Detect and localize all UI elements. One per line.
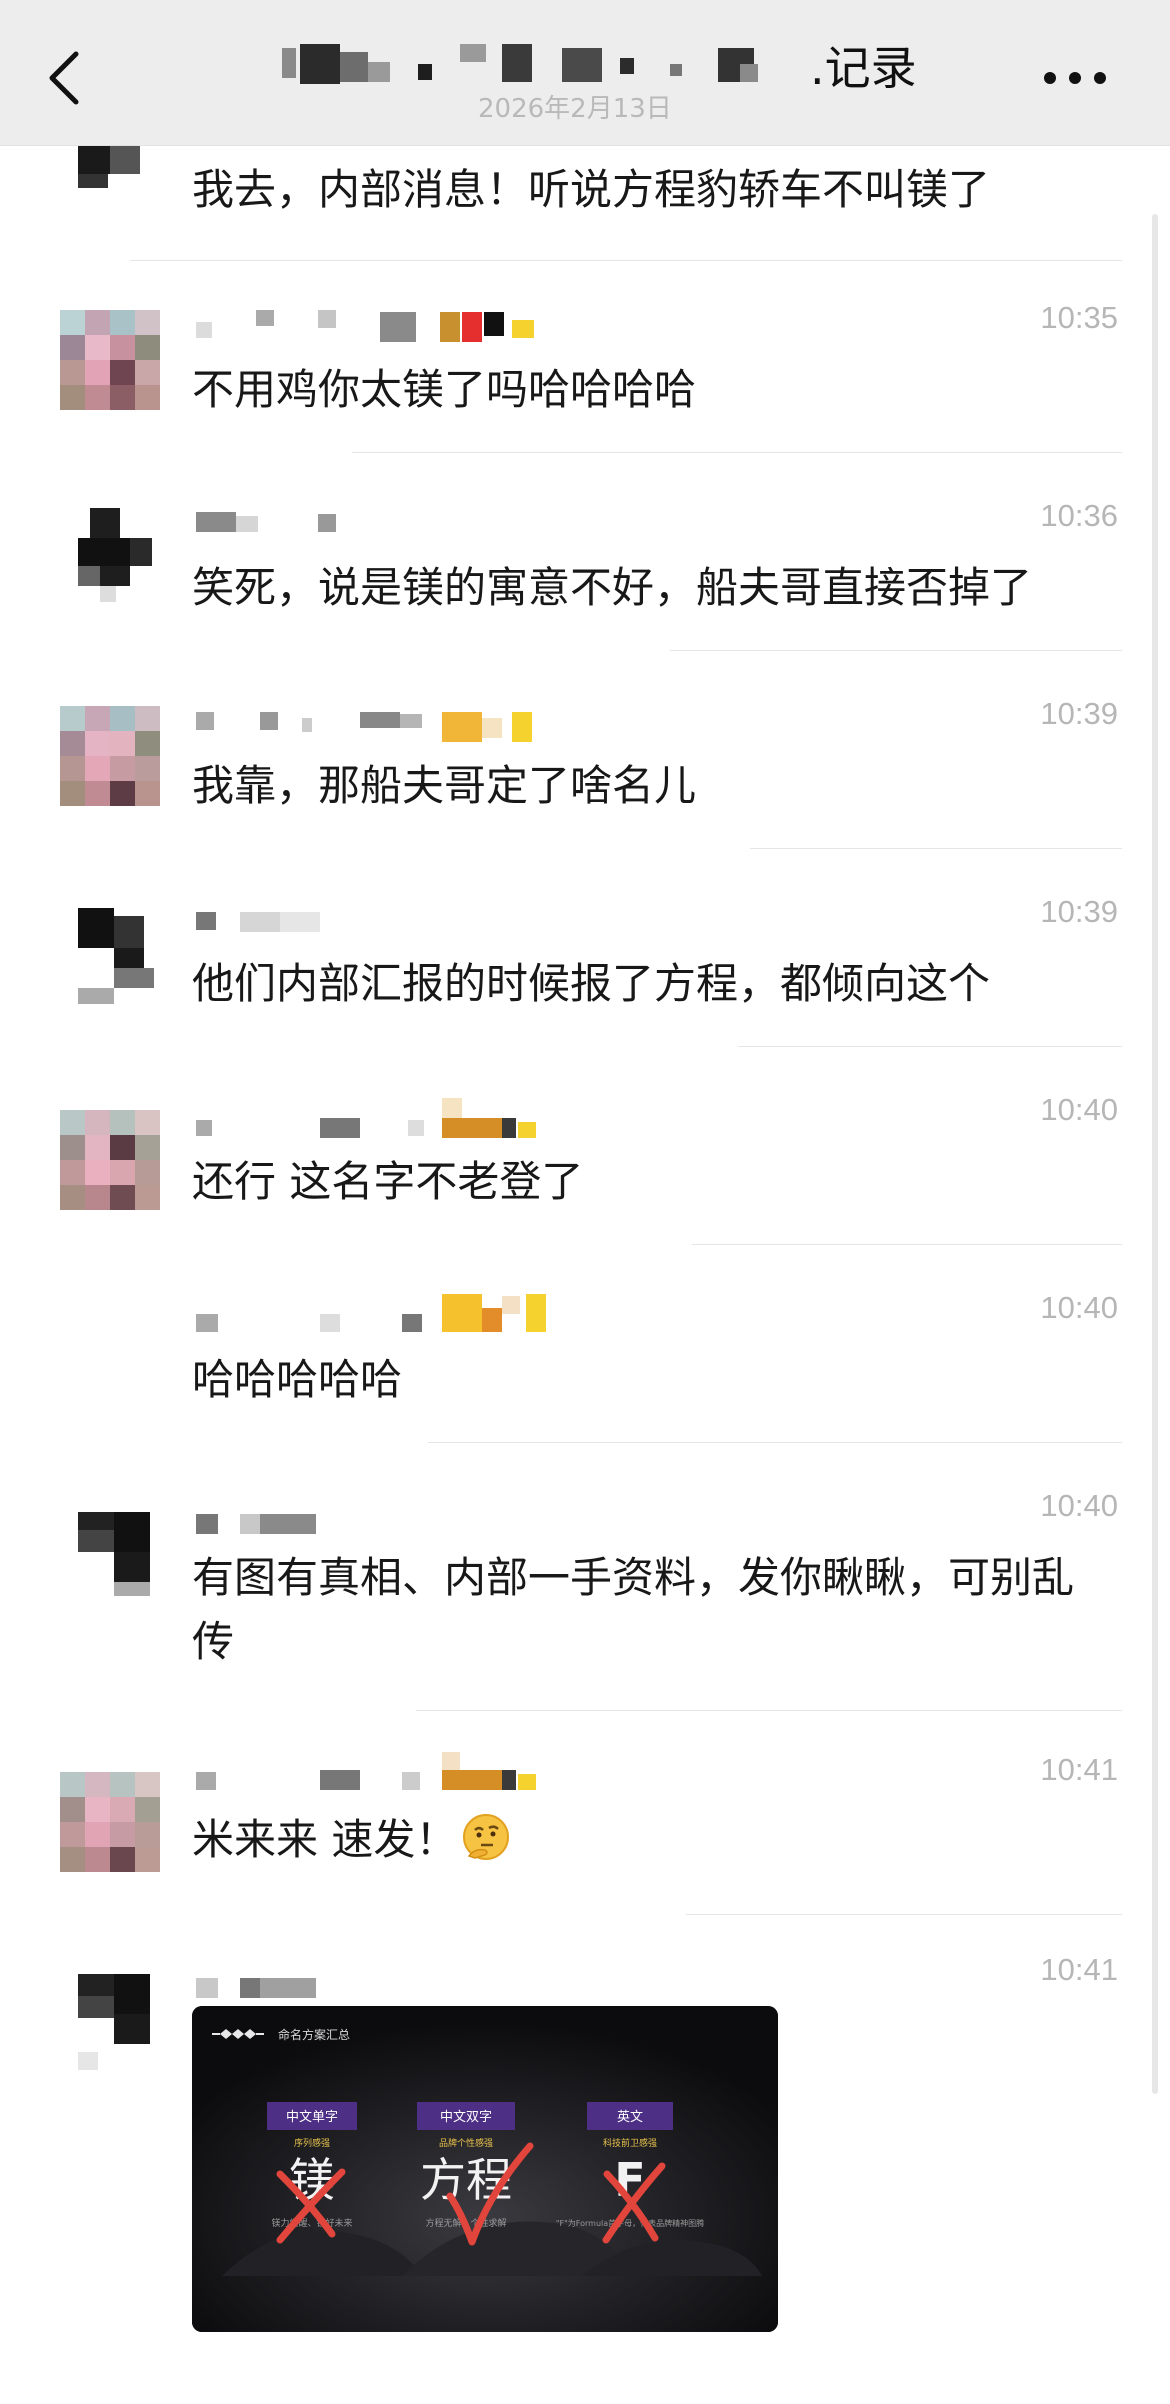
divider <box>750 848 1122 849</box>
message-text: 笑死，说是镁的寓意不好，船夫哥直接否掉了 <box>192 563 1033 612</box>
history-date: 2026年2月13日 <box>478 94 672 124</box>
message-time: 10:41 <box>1040 1952 1118 1987</box>
avatar[interactable] <box>60 1512 160 1612</box>
divider <box>692 1244 1122 1245</box>
sender-name-redacted <box>196 512 336 542</box>
sender-name-redacted <box>196 1978 336 2008</box>
sender-name-redacted <box>196 710 566 742</box>
sender-name-redacted <box>196 310 566 342</box>
avatar[interactable] <box>60 1974 160 2074</box>
sender-name-redacted <box>196 912 336 942</box>
avatar[interactable] <box>60 1772 160 1872</box>
message-text: 不用鸡你太镁了吗哈哈哈哈 <box>192 365 697 414</box>
avatar[interactable] <box>60 310 160 410</box>
message-time: 10:36 <box>1040 498 1118 533</box>
divider <box>686 1914 1122 1915</box>
slide-col2-tag: 中文双字 <box>440 2110 492 2125</box>
divider <box>738 1046 1122 1047</box>
scrollbar[interactable] <box>1152 214 1158 2094</box>
avatar[interactable] <box>60 706 160 806</box>
avatar[interactable] <box>60 1110 160 1210</box>
slide-col3-sub: 科技前卫感强 <box>603 2137 657 2149</box>
slide-col1-sub: 序列感强 <box>294 2137 330 2149</box>
slide-col3-desc: "F"为Formula首字母，代表品牌精神图腾 <box>556 2218 704 2228</box>
divider <box>130 260 1122 261</box>
divider <box>428 1442 1122 1443</box>
avatar[interactable] <box>60 134 160 234</box>
slide-col3-tag: 英文 <box>617 2110 643 2125</box>
divider <box>670 650 1122 651</box>
thinking-face-emoji-icon <box>463 1814 510 1860</box>
divider <box>416 1710 1122 1711</box>
back-arrow-icon[interactable] <box>42 46 88 110</box>
message-text: 米来来 速发！ <box>192 1808 1122 1872</box>
sender-name-redacted <box>196 1752 566 1790</box>
more-options-icon[interactable] <box>1040 58 1110 98</box>
message-text: 我去，内部消息！听说方程豹轿车不叫镁了 <box>192 165 991 214</box>
message-time: 10:35 <box>1040 300 1118 335</box>
message-text: 他们内部汇报的时候报了方程，都倾向这个 <box>192 959 991 1008</box>
message-text: 还行 这名字不老登了 <box>192 1157 584 1206</box>
sender-name-redacted <box>196 1294 566 1332</box>
slide-col1-desc: 镁力觉醒、镁好未来 <box>271 2217 352 2229</box>
chat-header: .记录 2026年2月13日 <box>0 0 1170 146</box>
message-time: 10:40 <box>1040 1488 1118 1523</box>
avatar[interactable] <box>60 908 160 1008</box>
avatar[interactable] <box>60 508 160 608</box>
message-time: 10:39 <box>1040 696 1118 731</box>
slide-col1-tag: 中文单字 <box>286 2110 338 2125</box>
naming-plan-slide: 命名方案汇总 中文单字 序列感强 镁 镁力觉醒、镁好未来 中文双字 品牌个性感强… <box>192 2006 778 2332</box>
message-text: 我靠，那船夫哥定了啥名儿 <box>192 761 697 810</box>
chat-title: .记录 <box>270 30 920 95</box>
divider <box>352 452 1122 453</box>
title-redacted-mosaic <box>270 44 810 84</box>
slide-heading: 命名方案汇总 <box>278 2027 350 2042</box>
message-text: 哈哈哈哈哈 <box>192 1355 403 1404</box>
slide-col2-big: 方程 <box>420 2153 512 2207</box>
message-text: 有图有真相、内部一手资料，发你瞅瞅，可别乱传 <box>192 1553 1075 1666</box>
chat-title-text: .记录 <box>810 41 917 95</box>
slide-col2-sub: 品牌个性感强 <box>439 2137 493 2149</box>
message-time: 10:40 <box>1040 1092 1118 1127</box>
message-time: 10:41 <box>1040 1752 1118 1787</box>
sender-name-redacted <box>196 1514 336 1544</box>
shared-image[interactable]: 命名方案汇总 中文单字 序列感强 镁 镁力觉醒、镁好未来 中文双字 品牌个性感强… <box>192 2006 778 2332</box>
sender-name-redacted <box>196 1098 566 1138</box>
message-time: 10:39 <box>1040 894 1118 929</box>
message-time: 10:40 <box>1040 1290 1118 1325</box>
